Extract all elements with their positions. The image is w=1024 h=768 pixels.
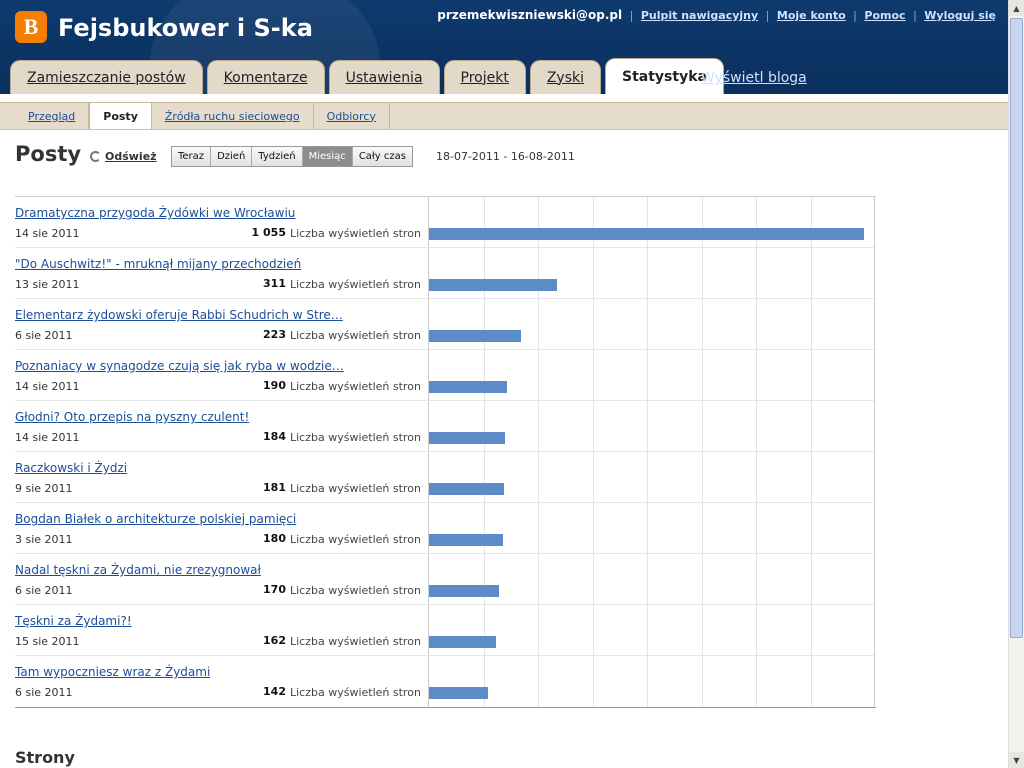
page-views-label: Liczba wyświetleń stron <box>290 431 421 444</box>
post-title-link[interactable]: Bogdan Białek o architekturze polskiej p… <box>15 512 296 526</box>
tab-settings[interactable]: Ustawienia <box>328 60 440 94</box>
blog-title: Fejsbukower i S-ka <box>58 14 313 42</box>
app-header: B Fejsbukower i S-ka przemekwiszniewski@… <box>0 0 1008 94</box>
post-title-link[interactable]: Dramatyczna przygoda Żydówki we Wrocławi… <box>15 206 295 220</box>
page-view-count: 311 <box>263 277 286 290</box>
post-title-link[interactable]: Nadal tęskni za Żydami, nie zrezygnował <box>15 563 261 577</box>
subtab-overview[interactable]: Przegląd <box>15 103 90 129</box>
page-view-count: 1 055 <box>251 226 286 239</box>
post-row: Nadal tęskni za Żydami, nie zrezygnował 6… <box>15 554 876 605</box>
subtab-posts[interactable]: Posty <box>89 103 152 129</box>
views-bar <box>429 687 488 699</box>
post-title-link[interactable]: Głodni? Oto przepis na pyszny czulent! <box>15 410 249 424</box>
date-range: 18-07-2011 - 16-08-2011 <box>436 150 575 163</box>
vertical-scrollbar[interactable]: ▲ ▼ <box>1008 0 1024 768</box>
post-row: Raczkowski i Żydzi 9 sie 2011 181 Liczba wy… <box>15 452 876 503</box>
post-date: 9 sie 2011 <box>15 482 73 495</box>
logout-link[interactable]: Wyloguj się <box>924 9 996 22</box>
page-view-count: 223 <box>263 328 286 341</box>
post-title-link[interactable]: Raczkowski i Żydzi <box>15 461 127 475</box>
tab-earnings[interactable]: Zyski <box>529 60 602 94</box>
post-title-link[interactable]: "Do Auschwitz!" - mruknął mijany przecho… <box>15 257 301 271</box>
time-range-buttons: Teraz Dzień Tydzień Miesiąc Cały czas <box>171 146 413 167</box>
post-date: 13 sie 2011 <box>15 278 80 291</box>
page-views-label: Liczba wyświetleń stron <box>290 329 421 342</box>
post-date: 6 sie 2011 <box>15 584 73 597</box>
page-views-label: Liczba wyświetleń stron <box>290 482 421 495</box>
post-date: 14 sie 2011 <box>15 227 80 240</box>
help-link[interactable]: Pomoc <box>864 9 905 22</box>
user-email: przemekwiszniewski@op.pl <box>437 8 623 22</box>
page-views-label: Liczba wyświetleń stron <box>290 635 421 648</box>
views-bar <box>429 432 505 444</box>
range-all-time-button[interactable]: Cały czas <box>352 147 412 166</box>
scroll-down-arrow-icon[interactable]: ▼ <box>1009 752 1024 768</box>
range-now-button[interactable]: Teraz <box>172 147 212 166</box>
post-row: Poznaniacy w synagodze czują się jak ryb… <box>15 350 876 401</box>
post-date: 14 sie 2011 <box>15 380 80 393</box>
views-bar <box>429 228 864 240</box>
post-date: 6 sie 2011 <box>15 329 73 342</box>
refresh-label: Odśwież <box>105 150 157 163</box>
view-blog-link[interactable]: Wyświetl bloga <box>701 70 807 86</box>
views-bar <box>429 279 557 291</box>
page-views-label: Liczba wyświetleń stron <box>290 584 421 597</box>
subtab-traffic-sources[interactable]: Źródła ruchu sieciowego <box>152 103 314 129</box>
page-title: Posty <box>15 142 82 166</box>
views-bar <box>429 585 499 597</box>
post-title-link[interactable]: Elementarz żydowski oferuje Rabbi Schudr… <box>15 308 343 322</box>
page-view-count: 184 <box>263 430 286 443</box>
range-month-button[interactable]: Miesiąc <box>302 147 353 166</box>
post-stats-table: Dramatyczna przygoda Żydówki we Wrocławi… <box>15 196 876 708</box>
logo-letter: B <box>23 14 39 39</box>
post-row: Głodni? Oto przepis na pyszny czulent! 14… <box>15 401 876 452</box>
range-week-button[interactable]: Tydzień <box>252 147 303 166</box>
page-view-count: 190 <box>263 379 286 392</box>
page-views-label: Liczba wyświetleń stron <box>290 380 421 393</box>
tab-design[interactable]: Projekt <box>443 60 526 94</box>
post-date: 14 sie 2011 <box>15 431 80 444</box>
post-title-link[interactable]: Tęskni za Żydami?! <box>15 614 132 628</box>
user-bar: przemekwiszniewski@op.pl | Pulpit nawiga… <box>437 8 996 22</box>
views-bar <box>429 534 503 546</box>
dashboard-link[interactable]: Pulpit nawigacyjny <box>641 9 758 22</box>
blogger-logo-icon[interactable]: B <box>15 11 47 43</box>
post-row: Tam wypoczniesz wraz z Żydami 6 sie 2011 1… <box>15 656 876 707</box>
tab-posting[interactable]: Zamieszczanie postów <box>10 60 203 94</box>
scroll-up-arrow-icon[interactable]: ▲ <box>1009 0 1024 16</box>
subtab-audience[interactable]: Odbiorcy <box>314 103 390 129</box>
views-bar <box>429 330 521 342</box>
post-title-link[interactable]: Poznaniacy w synagodze czują się jak ryb… <box>15 359 344 373</box>
post-row: Dramatyczna przygoda Żydówki we Wrocławi… <box>15 197 876 248</box>
tab-comments[interactable]: Komentarze <box>206 60 325 94</box>
pages-section-heading: Strony <box>15 748 75 767</box>
page-views-label: Liczba wyświetleń stron <box>290 686 421 699</box>
sub-tabs: Przegląd Posty Źródła ruchu sieciowego O… <box>0 102 1008 130</box>
page-view-count: 181 <box>263 481 286 494</box>
main-tabs: Zamieszczanie postów Komentarze Ustawien… <box>10 58 724 94</box>
page-view-count: 180 <box>263 532 286 545</box>
post-title-link[interactable]: Tam wypoczniesz wraz z Żydami <box>15 665 210 679</box>
post-row: Tęskni za Żydami?! 15 sie 2011 162 Liczba w… <box>15 605 876 656</box>
range-day-button[interactable]: Dzień <box>211 147 253 166</box>
post-row: Elementarz żydowski oferuje Rabbi Schudr… <box>15 299 876 350</box>
post-row: "Do Auschwitz!" - mruknął mijany przecho… <box>15 248 876 299</box>
page-view-count: 142 <box>263 685 286 698</box>
my-account-link[interactable]: Moje konto <box>777 9 846 22</box>
refresh-icon <box>90 151 101 162</box>
views-bar <box>429 636 496 648</box>
page-views-label: Liczba wyświetleń stron <box>290 278 421 291</box>
post-date: 15 sie 2011 <box>15 635 80 648</box>
post-row: Bogdan Białek o architekturze polskiej p… <box>15 503 876 554</box>
views-bar <box>429 483 504 495</box>
scrollbar-thumb[interactable] <box>1010 18 1023 638</box>
post-date: 6 sie 2011 <box>15 686 73 699</box>
refresh-button[interactable]: Odśwież <box>90 150 157 163</box>
post-date: 3 sie 2011 <box>15 533 73 546</box>
page-view-count: 170 <box>263 583 286 596</box>
views-bar <box>429 381 507 393</box>
page-views-label: Liczba wyświetleń stron <box>290 227 421 240</box>
page-views-label: Liczba wyświetleń stron <box>290 533 421 546</box>
page-view-count: 162 <box>263 634 286 647</box>
